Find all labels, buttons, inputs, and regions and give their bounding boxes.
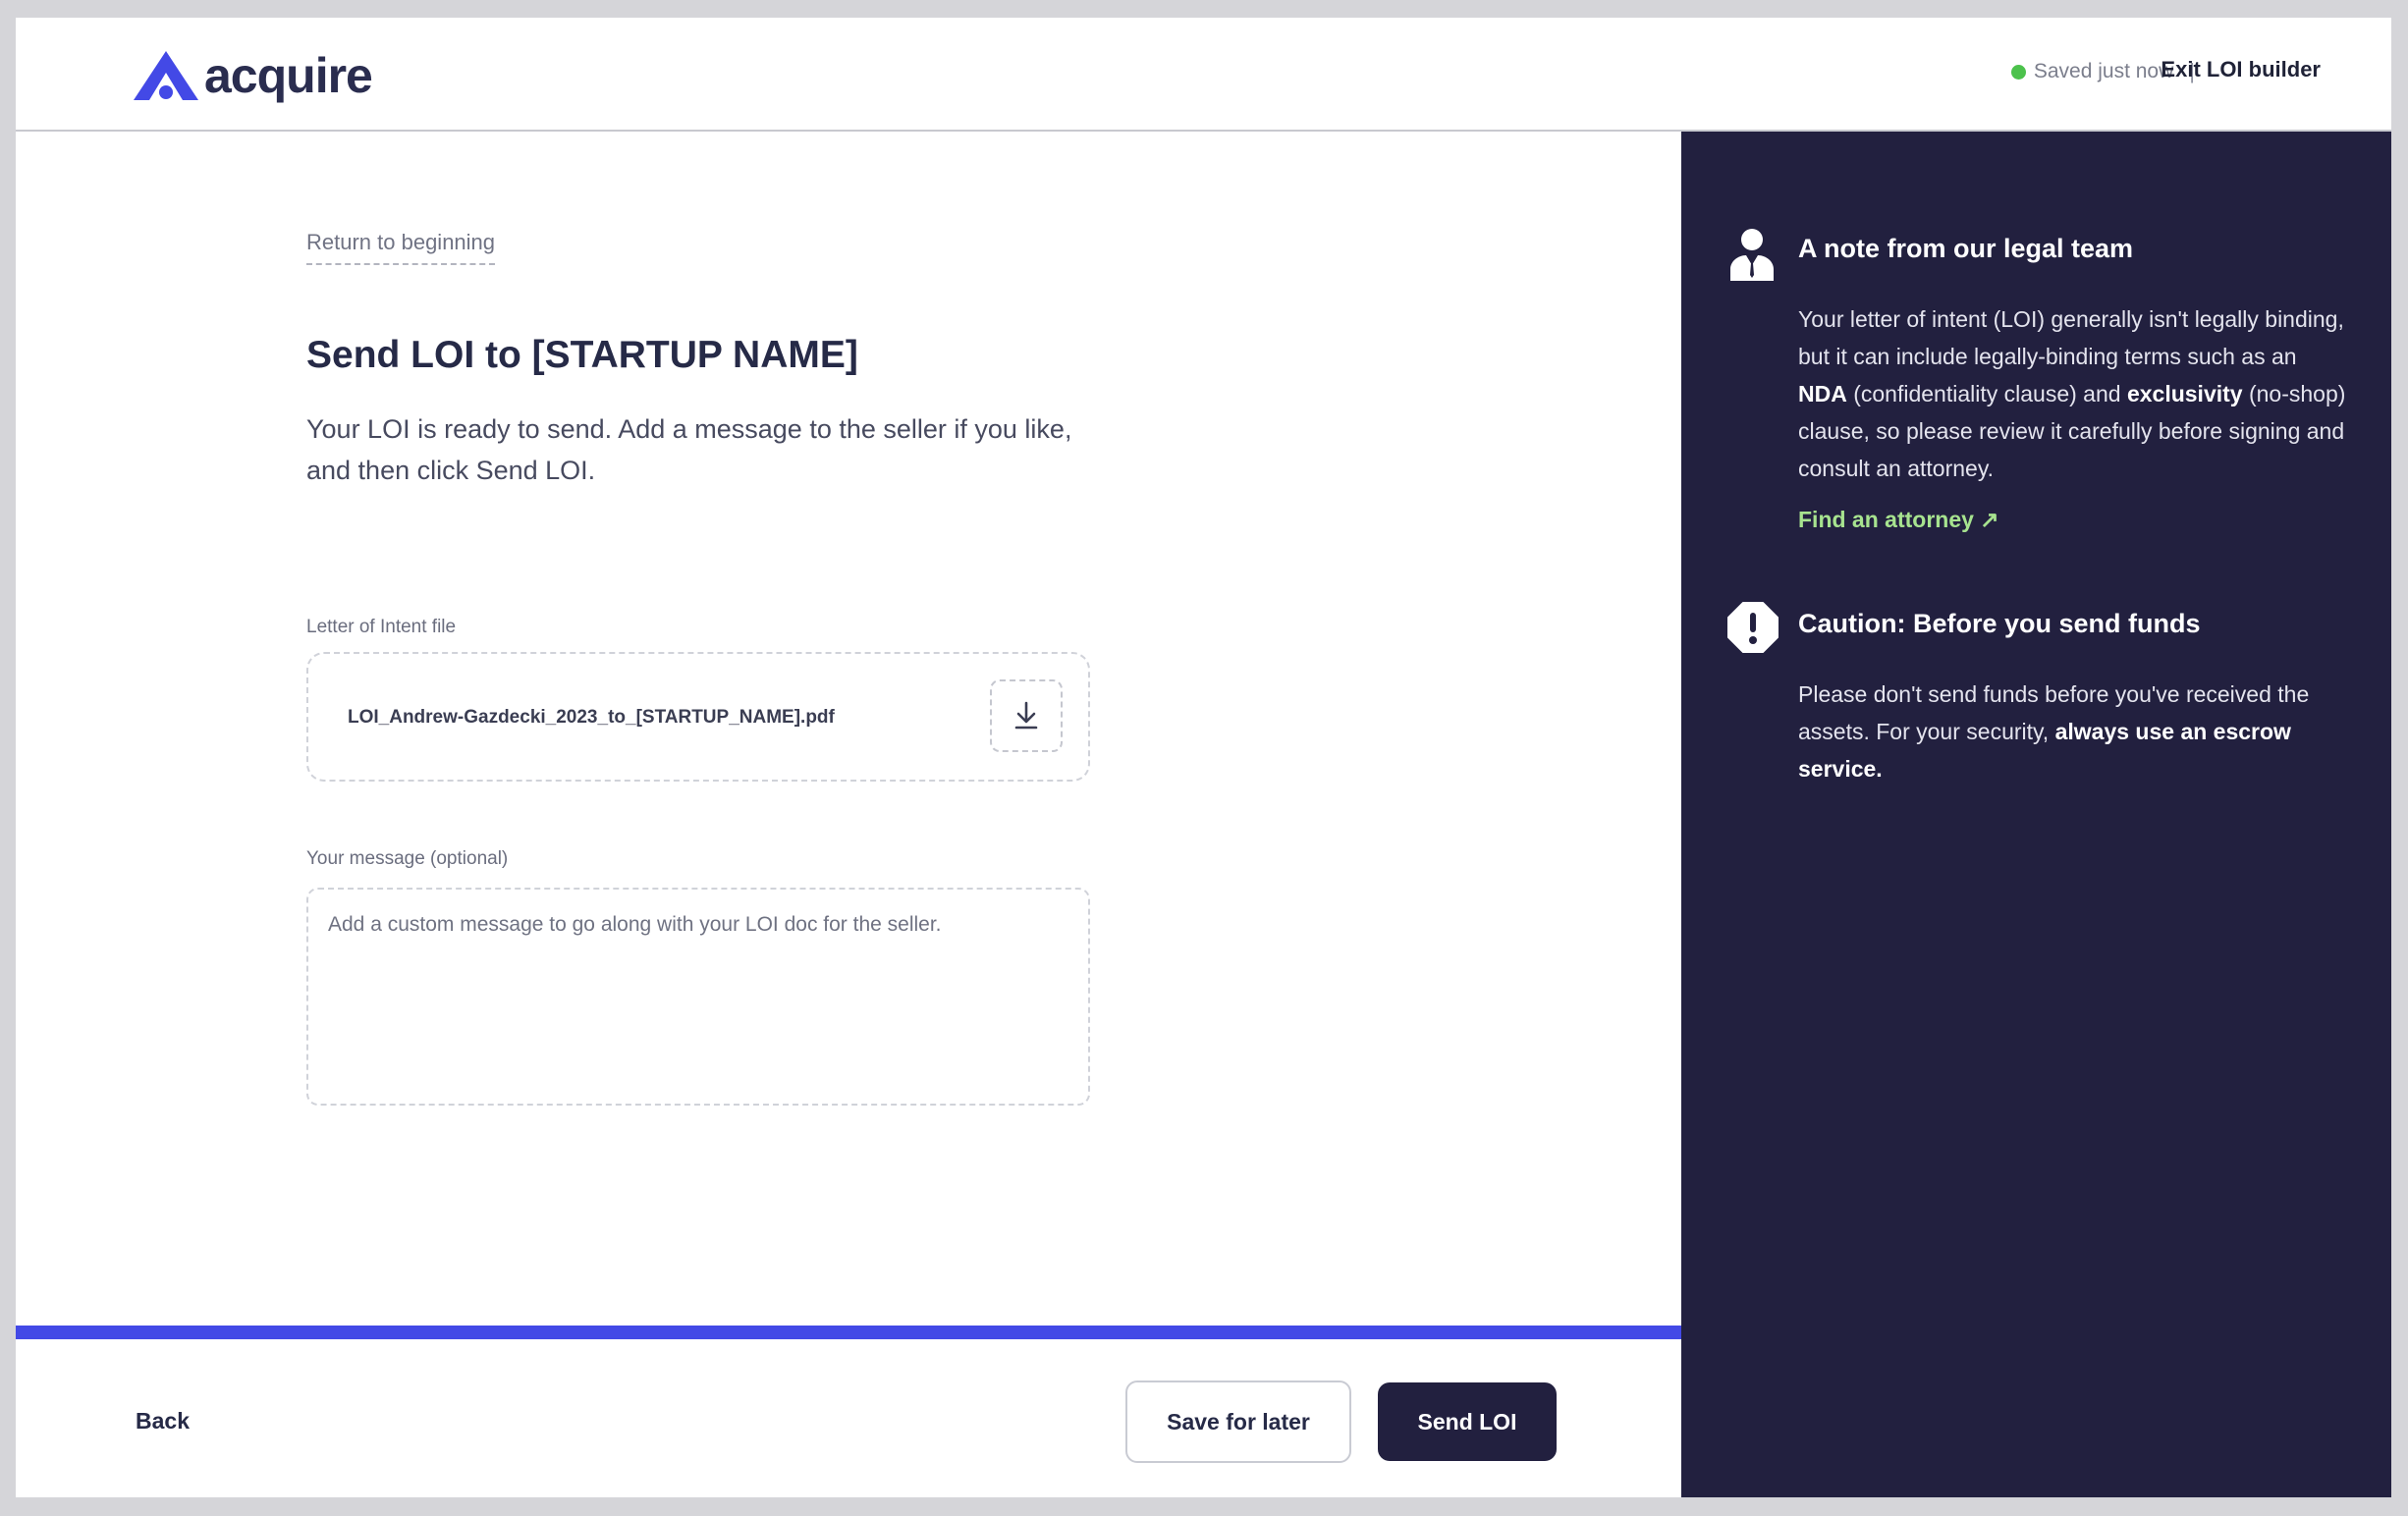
file-field-label: Letter of Intent file bbox=[306, 617, 457, 637]
send-loi-button[interactable]: Send LOI bbox=[1378, 1382, 1557, 1461]
logo-text: acquire bbox=[204, 48, 373, 103]
download-button[interactable] bbox=[990, 679, 1063, 752]
message-field-label: Your message (optional) bbox=[306, 848, 509, 869]
caution-title: Caution: Before you send funds bbox=[1798, 609, 2201, 638]
caution-body: Please don't send funds before you've re… bbox=[1798, 681, 2310, 782]
save-for-later-button[interactable]: Save for later bbox=[1125, 1381, 1351, 1463]
lawyer-icon bbox=[1730, 229, 1774, 281]
return-to-beginning-link[interactable]: Return to beginning bbox=[306, 230, 496, 265]
logo[interactable]: acquire bbox=[132, 47, 373, 104]
file-name: LOI_Andrew-Gazdecki_2023_to_[STARTUP_NAM… bbox=[348, 707, 835, 728]
message-input[interactable] bbox=[306, 888, 1090, 1106]
back-button[interactable]: Back bbox=[136, 1408, 190, 1435]
find-attorney-link[interactable]: Find an attorney ↗ bbox=[1798, 507, 1999, 533]
progress-bar bbox=[16, 1326, 1681, 1339]
legal-note-body: Your letter of intent (LOI) generally is… bbox=[1798, 306, 2346, 481]
header: acquire Saved just now | Exit LOI builde… bbox=[16, 18, 2391, 132]
legal-sidebar: A note from our legal team Your letter o… bbox=[1681, 132, 2391, 1497]
acquire-logo-icon bbox=[134, 51, 198, 100]
save-status-text: Saved just now bbox=[2033, 60, 2174, 82]
footer: Back Save for later Send LOI bbox=[16, 1339, 1681, 1497]
download-icon bbox=[1014, 701, 1038, 730]
page-title: Send LOI to [STARTUP NAME] bbox=[306, 334, 858, 376]
status-dot-icon bbox=[2010, 64, 2026, 80]
main-content: Return to beginning Send LOI to [STARTUP… bbox=[16, 132, 1681, 1336]
page-description: Your LOI is ready to send. Add a message… bbox=[306, 414, 1072, 485]
file-box: LOI_Andrew-Gazdecki_2023_to_[STARTUP_NAM… bbox=[306, 652, 1090, 782]
exit-loi-builder-link[interactable]: Exit LOI builder bbox=[2161, 57, 2321, 82]
legal-note-title: A note from our legal team bbox=[1798, 234, 2134, 263]
exclamation-icon bbox=[1727, 602, 1779, 653]
app-window: acquire Saved just now | Exit LOI builde… bbox=[16, 18, 2391, 1497]
